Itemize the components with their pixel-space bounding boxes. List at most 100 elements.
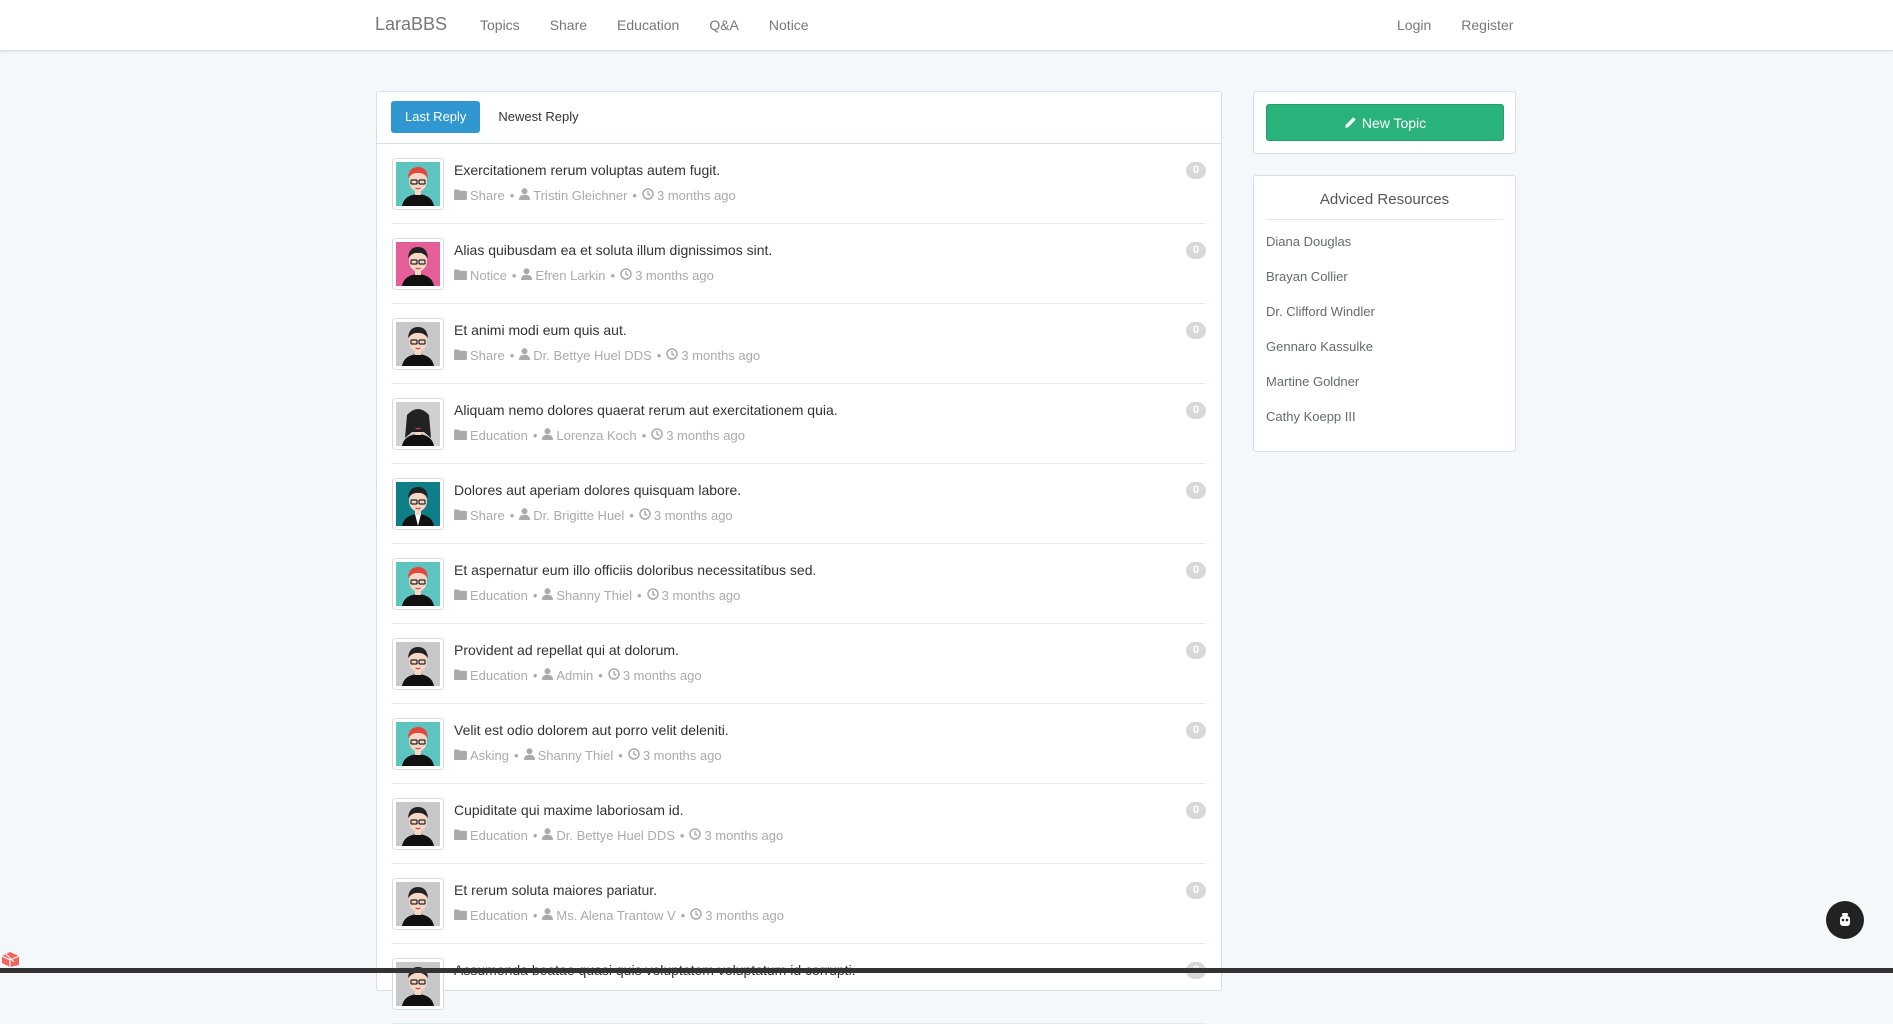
resource-link[interactable]: Martine Goldner: [1266, 364, 1375, 399]
user-icon: [542, 668, 554, 683]
reply-count-badge[interactable]: 0: [1186, 802, 1206, 819]
topic-title-link[interactable]: Dolores aut aperiam dolores quisquam lab…: [454, 482, 741, 498]
topic-category-link[interactable]: Education: [470, 908, 528, 923]
nav-share[interactable]: Share: [535, 0, 602, 50]
topic-category-link[interactable]: Education: [470, 588, 528, 603]
resource-link[interactable]: Brayan Collier: [1266, 259, 1375, 294]
folder-icon: [454, 668, 467, 683]
folder-icon: [454, 268, 467, 283]
topic-category-link[interactable]: Share: [470, 348, 505, 363]
login-link[interactable]: Login: [1382, 0, 1446, 50]
meta-separator: •: [632, 188, 637, 203]
topic-title-link[interactable]: Et animi modi eum quis aut.: [454, 322, 627, 338]
meta-separator: •: [509, 188, 515, 203]
topic-author-link[interactable]: Ms. Alena Trantow V: [556, 908, 675, 923]
avatar-image: [396, 802, 440, 846]
topic-author-link[interactable]: Lorenza Koch: [556, 428, 636, 443]
resource-link[interactable]: Dr. Clifford Windler: [1266, 294, 1375, 329]
topic-author-link[interactable]: Dr. Bettye Huel DDS: [556, 828, 675, 843]
avatar[interactable]: [392, 478, 444, 530]
avatar[interactable]: [392, 878, 444, 930]
topic-author-link[interactable]: Dr. Bettye Huel DDS: [533, 348, 652, 363]
folder-icon: [454, 908, 467, 923]
avatar[interactable]: [392, 558, 444, 610]
topic-author-link[interactable]: Tristin Gleichner: [533, 188, 627, 203]
topic-author-link[interactable]: Shanny Thiel: [538, 748, 614, 763]
nav-notice[interactable]: Notice: [754, 0, 824, 50]
brand-logo[interactable]: LaraBBS: [375, 14, 447, 35]
avatar-image: [396, 482, 440, 526]
clock-icon: [651, 428, 663, 443]
topic-title-link[interactable]: Velit est odio dolorem aut porro velit d…: [454, 722, 729, 738]
topic-meta: Education • Shanny Thiel • 3 months ago: [454, 588, 740, 603]
topic-author-link[interactable]: Dr. Brigitte Huel: [533, 508, 624, 523]
avatar[interactable]: [392, 398, 444, 450]
topic-author-link[interactable]: Admin: [556, 668, 593, 683]
topic-title-link[interactable]: Aliquam nemo dolores quaerat rerum aut e…: [454, 402, 838, 418]
reply-count-badge[interactable]: 0: [1186, 642, 1206, 659]
avatar[interactable]: [392, 718, 444, 770]
reply-count-badge[interactable]: 0: [1186, 322, 1206, 339]
new-topic-button[interactable]: New Topic: [1266, 104, 1504, 141]
avatar[interactable]: [392, 318, 444, 370]
reply-count-badge[interactable]: 0: [1186, 482, 1206, 499]
topic-category-link[interactable]: Education: [470, 428, 528, 443]
new-topic-panel: New Topic: [1253, 91, 1516, 154]
resource-link[interactable]: Cathy Koepp III: [1266, 399, 1375, 434]
topic-title-link[interactable]: Et rerum soluta maiores pariatur.: [454, 882, 657, 898]
avatar[interactable]: [392, 958, 444, 1010]
topic-meta: Notice • Efren Larkin • 3 months ago: [454, 268, 714, 283]
reply-count-badge[interactable]: 0: [1186, 162, 1206, 179]
avatar[interactable]: [392, 238, 444, 290]
reply-count-badge[interactable]: 0: [1186, 402, 1206, 419]
register-link[interactable]: Register: [1446, 0, 1528, 50]
meta-separator: •: [532, 908, 538, 923]
tab-newest-reply[interactable]: Newest Reply: [484, 101, 592, 133]
topic-category-link[interactable]: Notice: [470, 268, 507, 283]
topic-meta: Education • Admin • 3 months ago: [454, 668, 702, 683]
debug-icon: [1840, 913, 1850, 926]
topic-category-link[interactable]: Share: [470, 508, 505, 523]
reply-count-badge[interactable]: 0: [1186, 562, 1206, 579]
topic-category-link[interactable]: Asking: [470, 748, 509, 763]
topic-title-link[interactable]: Provident ad repellat qui at dolorum.: [454, 642, 679, 658]
meta-separator: •: [598, 668, 603, 683]
resource-link[interactable]: Diana Douglas: [1266, 224, 1375, 259]
topic-row: Cupiditate qui maxime laboriosam id. Edu…: [392, 784, 1206, 864]
debugbar-toggle-button[interactable]: [1826, 901, 1864, 939]
topic-title-link[interactable]: Exercitationem rerum voluptas autem fugi…: [454, 162, 720, 178]
topic-category-link[interactable]: Share: [470, 188, 505, 203]
topic-row: Alias quibusdam ea et soluta illum digni…: [392, 224, 1206, 304]
topic-row: Dolores aut aperiam dolores quisquam lab…: [392, 464, 1206, 544]
tab-last-reply[interactable]: Last Reply: [391, 101, 481, 133]
topic-author-link[interactable]: Shanny Thiel: [556, 588, 632, 603]
topic-meta: Share • Tristin Gleichner • 3 months ago: [454, 188, 736, 203]
meta-separator: •: [618, 748, 623, 763]
avatar-image: [396, 722, 440, 766]
laravel-logo-icon[interactable]: [0, 946, 21, 967]
topic-category-link[interactable]: Education: [470, 828, 528, 843]
avatar[interactable]: [392, 158, 444, 210]
topic-author-link[interactable]: Efren Larkin: [535, 268, 605, 283]
topic-title-link[interactable]: Et aspernatur eum illo officiis doloribu…: [454, 562, 816, 578]
topic-title-link[interactable]: Alias quibusdam ea et soluta illum digni…: [454, 242, 772, 258]
avatar-image: [396, 562, 440, 606]
topic-row: Aliquam nemo dolores quaerat rerum aut e…: [392, 384, 1206, 464]
resources-panel: Adviced Resources Diana Douglas Brayan C…: [1253, 175, 1516, 452]
reply-count-badge[interactable]: 0: [1186, 722, 1206, 739]
topic-time: 3 months ago: [656, 188, 736, 203]
avatar[interactable]: [392, 798, 444, 850]
user-icon: [542, 428, 554, 443]
nav-qa[interactable]: Q&A: [694, 0, 754, 50]
topic-list-panel: Last Reply Newest Reply Exercitationem r…: [376, 91, 1222, 1024]
reply-count-badge[interactable]: 0: [1186, 242, 1206, 259]
new-topic-label: New Topic: [1361, 114, 1427, 131]
resource-link[interactable]: Gennaro Kassulke: [1266, 329, 1375, 364]
reply-count-badge[interactable]: 0: [1186, 882, 1206, 899]
nav-education[interactable]: Education: [602, 0, 694, 50]
avatar[interactable]: [392, 638, 444, 690]
topic-time: 3 months ago: [666, 428, 745, 443]
topic-category-link[interactable]: Education: [470, 668, 528, 683]
nav-topics[interactable]: Topics: [465, 0, 535, 50]
topic-title-link[interactable]: Cupiditate qui maxime laboriosam id.: [454, 802, 684, 818]
